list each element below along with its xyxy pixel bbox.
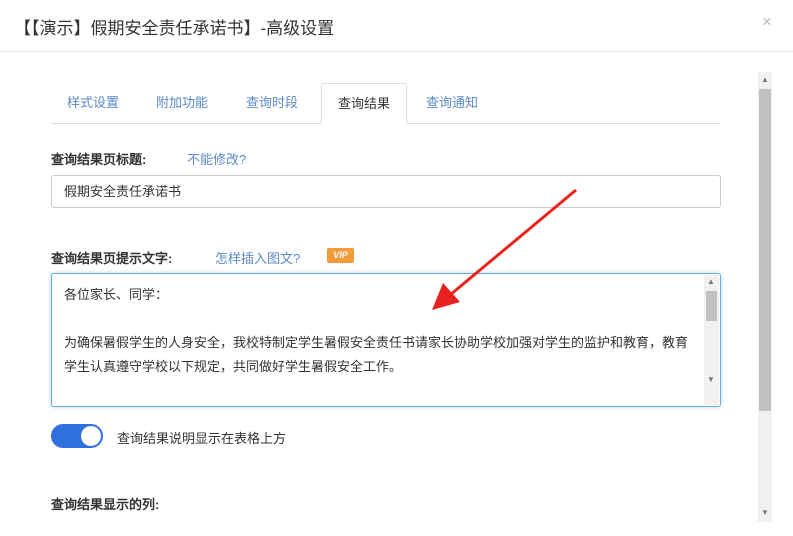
red-arrow-annotation bbox=[432, 188, 577, 310]
